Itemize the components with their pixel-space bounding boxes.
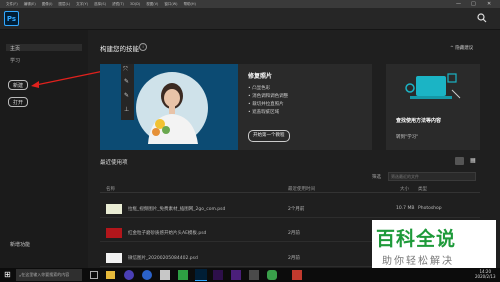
laptop-illustration-icon [405,73,461,99]
watermark-subtitle: 助你轻松解决 [382,256,454,267]
app-header [0,8,500,30]
column-header[interactable]: 最近使用时间 [288,186,315,192]
task-view-icon[interactable] [90,271,98,279]
app-icon[interactable] [160,270,170,280]
brush-tool-icon[interactable]: ✎ [124,78,129,85]
transform-tool-icon[interactable]: ⤧ [123,66,128,74]
column-header[interactable]: 类型 [418,186,427,192]
filter-label: 筛选 [372,175,381,180]
woman-portrait-icon [148,83,198,144]
app-icon[interactable] [178,270,188,280]
menu-item[interactable]: 3D(D) [130,2,140,6]
menu-item[interactable]: 图像(I) [42,2,53,7]
after-effects-icon[interactable] [231,270,241,280]
bullet-text: 裁切并拉直照片 [252,102,284,107]
go-to-learn-link[interactable]: 转到"学习" [396,134,418,140]
filter-input[interactable] [388,172,476,181]
browser-icon[interactable] [124,270,134,280]
tutorial-bullet: • 遮盖瑕疵区域 [248,110,280,115]
search-icon[interactable] [476,12,488,24]
menu-item[interactable]: 文字(Y) [76,2,88,7]
menu-item[interactable]: 滤镜(T) [112,2,124,7]
close-button[interactable]: ✕ [487,0,491,8]
file-type: Photoshop [418,206,442,211]
menu-bar: 文件(F) 编辑(E) 图像(I) 图层(L) 文字(Y) 选择(S) 滤镜(T… [0,0,500,8]
sidebar-item-whats-new[interactable]: 新增功能 [10,241,30,248]
stamp-tool-icon[interactable]: ⊥ [124,106,129,113]
bullet-text: 凸显色彩 [252,86,271,91]
page-title: 构建您的技能 [100,45,139,53]
app-icon[interactable] [249,270,259,280]
recent-title: 最近使用项 [100,160,128,166]
file-time: 2月前 [288,256,300,261]
start-tutorial-button[interactable]: 开始第一个教程 [248,130,290,142]
new-button[interactable]: 新建 [8,80,28,90]
bullet-text: 遮盖瑕疵区域 [252,110,280,115]
maximize-button[interactable]: □ [471,0,476,8]
watermark: 百科全说 助你轻松解决 [372,220,496,270]
file-name: 红金粒子磨砂质感开始片头AE模板.psd [128,231,207,236]
app-icon[interactable] [292,270,302,280]
photoshop-logo: Ps [4,11,19,26]
menu-item[interactable]: 窗口(W) [164,2,177,7]
taskbar-search-placeholder: 在这里输入你要搜索的内容 [21,272,70,277]
file-thumbnail [106,204,122,214]
wechat-icon[interactable] [267,270,277,280]
menu-item[interactable]: 选择(S) [94,2,106,7]
menu-item[interactable]: 编辑(E) [24,2,36,7]
hide-suggestions-label: 隐藏建议 [455,46,474,51]
clock-date: 2020/2/13 [475,274,496,279]
file-time: 2月前 [288,231,300,236]
menu-item[interactable]: 帮助(H) [184,2,196,7]
table-header: 名称 最近使用时间 大小 类型 [100,184,480,193]
file-name: 微信图片_20200205084402.psd [128,256,198,261]
ie-icon[interactable] [142,270,152,280]
tutorial-title: 修复照片 [248,73,273,80]
tutorial-bullet: • 裁切并拉直照片 [248,102,284,107]
file-explorer-icon[interactable] [106,271,115,279]
file-name: 拉框_视频图片_免费素材_插图网_2go_com.psd [128,207,226,212]
menu-item[interactable]: 视图(V) [146,2,158,7]
hide-suggestions-button[interactable]: ^ 隐藏建议 [450,45,473,51]
file-time: 2个月前 [288,207,305,212]
tutorial-bullet: • 凸显色彩 [248,86,271,91]
open-button[interactable]: 打开 [8,97,28,107]
menu-item[interactable]: 图层(L) [58,2,70,7]
column-header[interactable]: 大小 [400,186,409,192]
table-row[interactable]: 拉框_视频图片_免费素材_插图网_2go_com.psd 2个月前 10.7 M… [100,201,480,218]
premiere-icon[interactable] [213,270,223,280]
learn-card-title: 查找使用方法等内容 [396,118,442,124]
file-thumbnail [106,228,122,238]
taskbar-search[interactable]: ⌕ 在这里输入你要搜索的内容 [16,269,82,281]
column-header[interactable]: 名称 [106,186,115,192]
menu-item[interactable]: 文件(F) [6,2,18,7]
watermark-title: 百科全说 [376,228,457,250]
file-thumbnail [106,253,122,263]
tutorial-bullet: • 消色调和调色调整 [248,94,289,99]
minimize-button[interactable]: — [456,0,461,8]
photoshop-taskbar-icon[interactable] [195,269,207,281]
bullet-text: 消色调和调色调整 [252,94,289,99]
grid-view-icon[interactable]: ▦ [470,158,476,164]
taskbar-clock[interactable]: 14:20 2020/2/13 [475,269,496,279]
healing-tool-icon[interactable]: ✎ [124,92,129,99]
sidebar-item-home-label: 主页 [10,46,21,52]
info-icon[interactable]: i [139,43,147,51]
file-size: 10.7 MB [396,206,415,211]
list-view-icon[interactable] [455,157,464,165]
sidebar-item-learn[interactable]: 学习 [10,57,20,64]
windows-start-icon[interactable]: ⊞ [4,271,12,279]
